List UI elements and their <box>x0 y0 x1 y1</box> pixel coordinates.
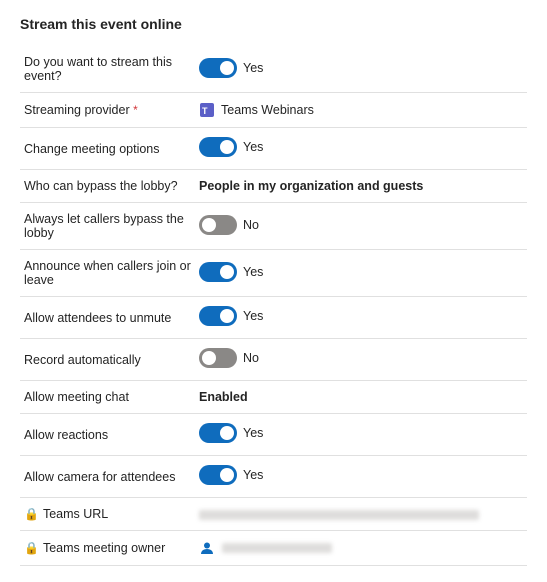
meeting-chat-value: Enabled <box>199 390 248 404</box>
toggle-label-allow-unmute: Yes <box>243 309 263 323</box>
required-star: * <box>133 103 138 117</box>
toggle-label-announce-callers: Yes <box>243 265 263 279</box>
row-label-allow-reactions: Allow reactions <box>20 414 195 456</box>
row-label-teams-owner: 🔒 Teams meeting owner <box>20 531 195 566</box>
row-value-teams-url <box>195 498 527 531</box>
table-row: Who can bypass the lobby? People in my o… <box>20 170 527 203</box>
toggle-label-allow-camera: Yes <box>243 468 263 482</box>
row-value-streaming-provider: T Teams Webinars <box>195 93 527 128</box>
person-icon <box>199 540 215 556</box>
row-label-allow-camera: Allow camera for attendees <box>20 456 195 498</box>
row-label-meeting-options: Change meeting options <box>20 128 195 170</box>
lock-label-teams-owner: 🔒 Teams meeting owner <box>24 541 191 555</box>
table-row: Announce when callers join or leave Yes <box>20 250 527 297</box>
toggle-callers-bypass[interactable]: No <box>199 215 259 235</box>
row-value-allow-reactions: Yes <box>195 414 527 456</box>
toggle-track-record-auto[interactable] <box>199 348 237 368</box>
teams-url-blurred <box>199 510 479 520</box>
table-row: 🔒 Teams meeting owner <box>20 531 527 566</box>
table-row: Record automatically No <box>20 339 527 381</box>
row-label-meeting-chat: Allow meeting chat <box>20 381 195 414</box>
teams-owner-blurred <box>222 543 332 553</box>
toggle-thumb-stream-event <box>220 61 234 75</box>
toggle-track-allow-reactions[interactable] <box>199 423 237 443</box>
toggle-track-allow-camera[interactable] <box>199 465 237 485</box>
toggle-meeting-options[interactable]: Yes <box>199 137 263 157</box>
row-value-callers-bypass: No <box>195 203 527 250</box>
row-value-announce-callers: Yes <box>195 250 527 297</box>
row-value-allow-camera: Yes <box>195 456 527 498</box>
table-row: Streaming provider * T Teams Webinars <box>20 93 527 128</box>
toggle-label-meeting-options: Yes <box>243 140 263 154</box>
toggle-track-announce-callers[interactable] <box>199 262 237 282</box>
table-row: 🔒 Teams URL <box>20 498 527 531</box>
settings-table: Do you want to stream this event? Yes St… <box>20 46 527 566</box>
toggle-allow-reactions[interactable]: Yes <box>199 423 263 443</box>
toggle-track-meeting-options[interactable] <box>199 137 237 157</box>
row-value-bypass-lobby: People in my organization and guests <box>195 170 527 203</box>
teams-icon: T <box>199 102 215 118</box>
row-value-meeting-chat: Enabled <box>195 381 527 414</box>
toggle-thumb-meeting-options <box>220 140 234 154</box>
row-value-stream-event: Yes <box>195 46 527 93</box>
toggle-thumb-announce-callers <box>220 265 234 279</box>
row-label-allow-unmute: Allow attendees to unmute <box>20 297 195 339</box>
toggle-label-allow-reactions: Yes <box>243 426 263 440</box>
lock-icon-url: 🔒 <box>24 507 39 521</box>
toggle-allow-camera[interactable]: Yes <box>199 465 263 485</box>
page-container: Stream this event online Do you want to … <box>0 0 547 582</box>
table-row: Allow camera for attendees Yes <box>20 456 527 498</box>
row-label-stream-event: Do you want to stream this event? <box>20 46 195 93</box>
toggle-thumb-allow-unmute <box>220 309 234 323</box>
bypass-lobby-value: People in my organization and guests <box>199 179 423 193</box>
svg-text:T: T <box>202 106 208 116</box>
provider-row: T Teams Webinars <box>199 102 523 118</box>
table-row: Allow reactions Yes <box>20 414 527 456</box>
row-label-record-auto: Record automatically <box>20 339 195 381</box>
page-title: Stream this event online <box>20 16 527 32</box>
toggle-record-auto[interactable]: No <box>199 348 259 368</box>
toggle-label-callers-bypass: No <box>243 218 259 232</box>
provider-name: Teams Webinars <box>221 103 314 117</box>
row-label-announce-callers: Announce when callers join or leave <box>20 250 195 297</box>
row-value-record-auto: No <box>195 339 527 381</box>
row-value-meeting-options: Yes <box>195 128 527 170</box>
toggle-thumb-allow-reactions <box>220 426 234 440</box>
row-value-allow-unmute: Yes <box>195 297 527 339</box>
toggle-stream-event[interactable]: Yes <box>199 58 263 78</box>
table-row: Do you want to stream this event? Yes <box>20 46 527 93</box>
row-label-bypass-lobby: Who can bypass the lobby? <box>20 170 195 203</box>
toggle-label-record-auto: No <box>243 351 259 365</box>
toggle-thumb-callers-bypass <box>202 218 216 232</box>
table-row: Allow attendees to unmute Yes <box>20 297 527 339</box>
toggle-allow-unmute[interactable]: Yes <box>199 306 263 326</box>
table-row: Change meeting options Yes <box>20 128 527 170</box>
row-label-streaming-provider: Streaming provider * <box>20 93 195 128</box>
row-label-callers-bypass: Always let callers bypass the lobby <box>20 203 195 250</box>
toggle-label-stream-event: Yes <box>243 61 263 75</box>
toggle-track-allow-unmute[interactable] <box>199 306 237 326</box>
toggle-thumb-allow-camera <box>220 468 234 482</box>
toggle-thumb-record-auto <box>202 351 216 365</box>
toggle-announce-callers[interactable]: Yes <box>199 262 263 282</box>
toggle-track-callers-bypass[interactable] <box>199 215 237 235</box>
lock-icon-owner: 🔒 <box>24 541 39 555</box>
row-label-teams-url: 🔒 Teams URL <box>20 498 195 531</box>
table-row: Allow meeting chat Enabled <box>20 381 527 414</box>
toggle-track-stream-event[interactable] <box>199 58 237 78</box>
row-value-teams-owner <box>195 531 527 566</box>
table-row: Always let callers bypass the lobby No <box>20 203 527 250</box>
lock-label-teams-url: 🔒 Teams URL <box>24 507 191 521</box>
